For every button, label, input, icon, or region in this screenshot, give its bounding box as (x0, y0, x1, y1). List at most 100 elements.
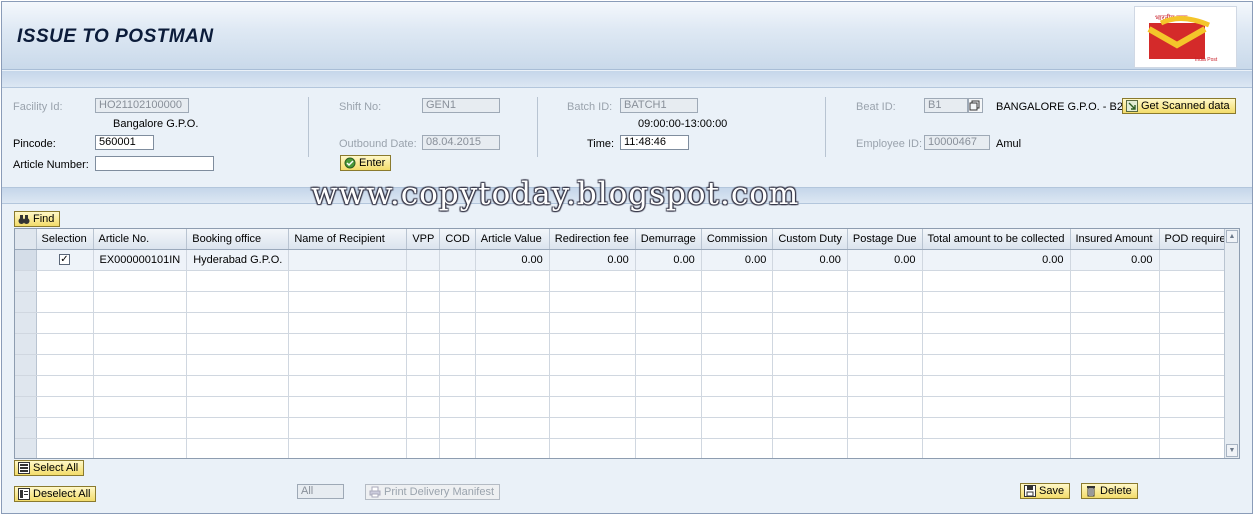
table-row[interactable] (15, 396, 1238, 418)
filter-dropdown[interactable]: All (297, 484, 344, 499)
empty-cell (701, 291, 774, 313)
selection-checkbox[interactable]: ✓ (59, 254, 70, 266)
table-row[interactable] (15, 417, 1238, 439)
watermark-text: www.copytoday.blogspot.com (311, 176, 800, 212)
select-all-button[interactable]: Select All (14, 460, 85, 476)
column-header[interactable]: Postage Due (847, 229, 923, 250)
row-selector-header[interactable] (15, 229, 37, 250)
deselect-all-button[interactable]: Deselect All (14, 486, 97, 502)
empty-cell (635, 270, 702, 292)
cod-cell (439, 249, 476, 271)
vertical-scrollbar[interactable]: ▲ ▼ (1224, 229, 1239, 458)
row-selector[interactable] (15, 354, 37, 376)
empty-cell (635, 354, 702, 376)
column-header[interactable]: Total amount to be collected (922, 229, 1071, 250)
empty-cell (406, 270, 441, 292)
employee-id-label: Employee ID: (856, 138, 923, 150)
empty-cell (186, 438, 290, 458)
column-header[interactable]: Redirection fee (549, 229, 636, 250)
value-help-icon[interactable] (968, 98, 983, 113)
empty-cell (635, 375, 702, 397)
article-number-input[interactable] (95, 156, 214, 171)
select-all-label: Select All (33, 462, 79, 474)
table-row[interactable]: ✓ EX000000101IN Hyderabad G.P.O. 0.00 0.… (15, 249, 1238, 271)
empty-cell (847, 396, 923, 418)
row-selector[interactable] (15, 438, 37, 458)
empty-cell (475, 354, 550, 376)
column-header[interactable]: Selection (36, 229, 94, 250)
row-selector[interactable] (15, 312, 37, 334)
table-row[interactable] (15, 312, 1238, 334)
save-button[interactable]: Save (1020, 483, 1071, 499)
find-button[interactable]: Find (14, 211, 61, 227)
scroll-down-icon[interactable]: ▼ (1226, 444, 1238, 457)
empty-cell (186, 333, 290, 355)
find-button-label: Find (33, 213, 55, 225)
column-header[interactable]: VPP (406, 229, 441, 250)
column-header[interactable]: Booking office (186, 229, 290, 250)
empty-cell (406, 333, 441, 355)
empty-cell (36, 291, 94, 313)
get-scanned-data-button[interactable]: Get Scanned data (1122, 98, 1236, 114)
table-row[interactable] (15, 270, 1238, 292)
row-selector[interactable] (15, 375, 37, 397)
empty-cell (922, 270, 1071, 292)
empty-cell (406, 375, 441, 397)
empty-cell (288, 438, 408, 458)
download-arrow-icon (1126, 100, 1138, 112)
table-row[interactable] (15, 354, 1238, 376)
column-header[interactable]: Article No. (93, 229, 188, 250)
empty-cell (406, 312, 441, 334)
pincode-field[interactable]: 560001 (95, 135, 154, 150)
facility-id-label: Facility Id: (13, 101, 63, 113)
column-header[interactable]: COD (439, 229, 476, 250)
table-row[interactable] (15, 333, 1238, 355)
column-header[interactable]: Article Value (475, 229, 550, 250)
row-selector[interactable] (15, 417, 37, 439)
batch-id-field: BATCH1 (620, 98, 698, 113)
row-selector[interactable] (15, 396, 37, 418)
scroll-up-icon[interactable]: ▲ (1226, 230, 1238, 243)
empty-cell (36, 396, 94, 418)
enter-button[interactable]: Enter (340, 155, 392, 171)
form-divider (537, 97, 538, 157)
column-header[interactable]: Name of Recipient (288, 229, 408, 250)
delete-button[interactable]: Delete (1081, 483, 1138, 499)
article-no-cell: EX000000101IN (93, 249, 188, 271)
column-header[interactable]: Demurrage (635, 229, 702, 250)
column-header[interactable]: Insured Amount (1070, 229, 1160, 250)
empty-cell (772, 438, 848, 458)
deselect-all-label: Deselect All (33, 488, 91, 500)
empty-cell (186, 291, 290, 313)
row-selector[interactable] (15, 270, 37, 292)
table-row[interactable] (15, 375, 1238, 397)
row-selector[interactable] (15, 291, 37, 313)
row-selector[interactable] (15, 249, 37, 271)
empty-cell (922, 375, 1071, 397)
empty-cell (36, 333, 94, 355)
articles-grid: Selection Article No. Booking office Nam… (15, 229, 1238, 458)
employee-name: Amul (996, 138, 1022, 150)
empty-cell (922, 396, 1071, 418)
time-field[interactable]: 11:48:46 (620, 135, 689, 150)
row-selector[interactable] (15, 333, 37, 355)
empty-cell (36, 312, 94, 334)
employee-id-field: 10000467 (924, 135, 990, 150)
empty-cell (635, 333, 702, 355)
table-row[interactable] (15, 438, 1238, 458)
selection-cell[interactable]: ✓ (36, 249, 94, 271)
empty-cell (772, 396, 848, 418)
empty-cell (288, 417, 408, 439)
commission-cell: 0.00 (701, 249, 774, 271)
header-separator (2, 71, 1252, 88)
empty-cell (701, 417, 774, 439)
table-row[interactable] (15, 291, 1238, 313)
column-header[interactable]: Custom Duty (772, 229, 848, 250)
empty-cell (772, 333, 848, 355)
beat-id-label: Beat ID: (856, 101, 896, 113)
facility-name: Bangalore G.P.O. (113, 118, 199, 130)
print-delivery-manifest-button[interactable]: Print Delivery Manifest (365, 484, 501, 500)
column-header[interactable]: Commission (701, 229, 774, 250)
empty-cell (922, 333, 1071, 355)
empty-cell (847, 291, 923, 313)
